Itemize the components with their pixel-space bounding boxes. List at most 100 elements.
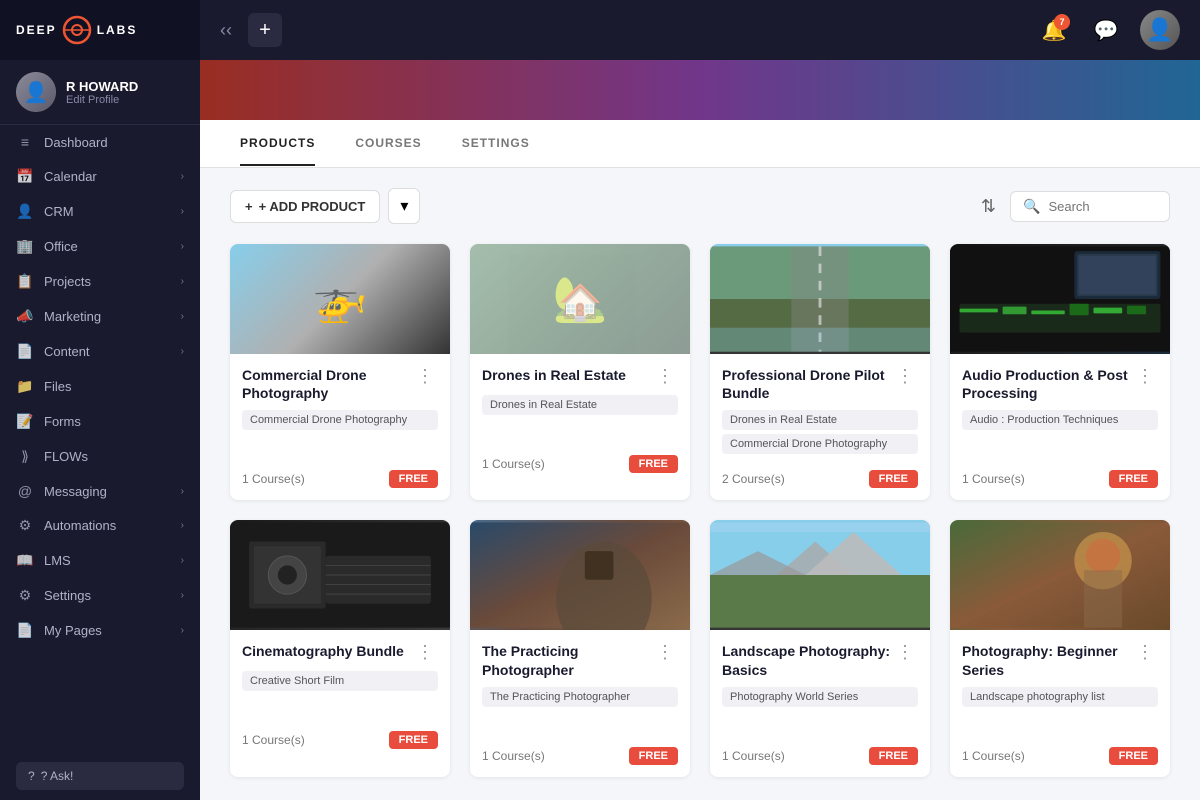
add-icon: +	[245, 199, 253, 214]
product-body: Drones in Real Estate ⋮ Drones in Real E…	[470, 354, 690, 485]
tabs-bar: PRODUCTS COURSES SETTINGS	[200, 120, 1200, 168]
dashboard-icon: ≡	[16, 134, 34, 150]
content-icon: 📄	[16, 343, 34, 360]
avatar-icon: 👤	[1146, 17, 1173, 43]
product-title-row: Landscape Photography: Basics ⋮	[722, 642, 918, 678]
product-body: Photography: Beginner Series ⋮ Landscape…	[950, 630, 1170, 776]
product-title-row: Photography: Beginner Series ⋮	[962, 642, 1158, 678]
chat-icon: 💬	[1094, 18, 1119, 43]
free-badge: FREE	[869, 747, 918, 765]
product-body: Commercial Drone Photography ⋮ Commercia…	[230, 354, 450, 500]
course-count: 1 Course(s)	[242, 733, 305, 747]
sidebar-item-lms[interactable]: 📖 LMS ›	[0, 543, 200, 578]
user-avatar-topbar[interactable]: 👤	[1140, 10, 1180, 50]
messages-button[interactable]: 💬	[1088, 12, 1124, 48]
sidebar-item-projects[interactable]: 📋 Projects ›	[0, 264, 200, 299]
product-card-cinematography: Cinematography Bundle ⋮ Creative Short F…	[230, 520, 450, 776]
sort-button[interactable]: ⇅	[977, 192, 1000, 221]
free-badge: FREE	[1109, 470, 1158, 488]
hero-overlay	[200, 60, 1200, 120]
sidebar-item-automations[interactable]: ⚙ Automations ›	[0, 508, 200, 543]
user-profile[interactable]: 👤 R HOWARD Edit Profile	[0, 60, 200, 125]
logo-focus: LABS	[97, 23, 138, 37]
product-image-drone: 🚁	[230, 244, 450, 354]
settings-icon: ⚙	[16, 587, 34, 604]
product-menu-button[interactable]: ⋮	[412, 642, 438, 663]
product-title: Audio Production & Post Processing	[962, 366, 1132, 402]
sidebar-item-calendar[interactable]: 📅 Calendar ›	[0, 159, 200, 194]
product-body: Cinematography Bundle ⋮ Creative Short F…	[230, 630, 450, 761]
my-pages-icon: 📄	[16, 622, 34, 639]
product-footer: 2 Course(s) FREE	[722, 470, 918, 488]
ask-button[interactable]: ? ? Ask!	[16, 762, 184, 790]
sidebar-item-forms[interactable]: 📝 Forms	[0, 404, 200, 439]
product-menu-button[interactable]: ⋮	[1132, 642, 1158, 663]
product-tag: Photography World Series	[722, 687, 918, 707]
sidebar-item-flows[interactable]: ⟫ FLOWs	[0, 439, 200, 474]
sidebar-item-settings[interactable]: ⚙ Settings ›	[0, 578, 200, 613]
product-tags: Photography World Series	[722, 687, 918, 737]
logo: DEEP LABS	[16, 14, 137, 46]
topbar: ‹‹ + 🔔 7 💬 👤	[200, 0, 1200, 60]
course-count: 1 Course(s)	[242, 472, 305, 486]
photographer-svg	[470, 520, 690, 630]
sidebar-label-content: Content	[44, 344, 171, 359]
notifications-button[interactable]: 🔔 7	[1036, 12, 1072, 48]
sidebar-label-automations: Automations	[44, 518, 171, 533]
product-title: Cinematography Bundle	[242, 642, 412, 660]
product-menu-button[interactable]: ⋮	[652, 366, 678, 387]
product-menu-button[interactable]: ⋮	[892, 366, 918, 387]
product-menu-button[interactable]: ⋮	[1132, 366, 1158, 387]
sidebar-label-crm: CRM	[44, 204, 171, 219]
product-tags: Drones in Real Estate Commercial Drone P…	[722, 410, 918, 460]
product-footer: 1 Course(s) FREE	[962, 470, 1158, 488]
beginner-svg	[950, 520, 1170, 630]
collapse-sidebar-button[interactable]: ‹‹	[220, 20, 232, 41]
product-title: Drones in Real Estate	[482, 366, 652, 384]
sidebar-label-office: Office	[44, 239, 171, 254]
product-menu-button[interactable]: ⋮	[412, 366, 438, 387]
product-title-row: The Practicing Photographer ⋮	[482, 642, 678, 678]
edit-profile-link[interactable]: Edit Profile	[66, 94, 138, 106]
content-toolbar: + + ADD PRODUCT ▾ ⇅ 🔍	[230, 188, 1170, 224]
product-title-row: Audio Production & Post Processing ⋮	[962, 366, 1158, 402]
product-title: Landscape Photography: Basics	[722, 642, 892, 678]
tab-products[interactable]: PRODUCTS	[240, 122, 315, 166]
product-tag: The Practicing Photographer	[482, 687, 678, 707]
product-image-realestate: 🏡	[470, 244, 690, 354]
new-item-button[interactable]: +	[248, 13, 282, 47]
product-image-roadway	[710, 244, 930, 354]
add-product-dropdown-button[interactable]: ▾	[388, 188, 420, 224]
tab-courses[interactable]: COURSES	[355, 122, 421, 166]
add-product-button[interactable]: + + ADD PRODUCT	[230, 190, 380, 223]
sidebar-item-messaging[interactable]: @ Messaging ›	[0, 474, 200, 508]
course-count: 1 Course(s)	[962, 749, 1025, 763]
product-menu-button[interactable]: ⋮	[892, 642, 918, 663]
product-tags: Commercial Drone Photography	[242, 410, 438, 460]
sidebar-item-content[interactable]: 📄 Content ›	[0, 334, 200, 369]
tab-settings[interactable]: SETTINGS	[462, 122, 530, 166]
product-image-cinema	[230, 520, 450, 630]
product-menu-button[interactable]: ⋮	[652, 642, 678, 663]
search-input[interactable]	[1048, 199, 1157, 214]
sidebar-item-crm[interactable]: 👤 CRM ›	[0, 194, 200, 229]
product-title-row: Cinematography Bundle ⋮	[242, 642, 438, 663]
product-image-beginner	[950, 520, 1170, 630]
chevron-right-icon: ›	[181, 590, 184, 601]
sidebar-item-marketing[interactable]: 📣 Marketing ›	[0, 299, 200, 334]
product-image-photographer	[470, 520, 690, 630]
roadway-svg	[710, 244, 930, 354]
product-card-audio-production: Audio Production & Post Processing ⋮ Aud…	[950, 244, 1170, 500]
free-badge: FREE	[389, 470, 438, 488]
sidebar-item-office[interactable]: 🏢 Office ›	[0, 229, 200, 264]
chevron-down-icon: ▾	[400, 196, 408, 216]
sidebar-item-dashboard[interactable]: ≡ Dashboard	[0, 125, 200, 159]
product-tags: Creative Short Film	[242, 671, 438, 721]
sidebar-item-files[interactable]: 📁 Files	[0, 369, 200, 404]
landscape-svg	[710, 520, 930, 630]
sidebar-item-my-pages[interactable]: 📄 My Pages ›	[0, 613, 200, 648]
user-avatar: 👤	[16, 72, 56, 112]
toolbar-right: ⇅ 🔍	[977, 191, 1170, 222]
course-count: 1 Course(s)	[722, 749, 785, 763]
product-card-professional-drone: Professional Drone Pilot Bundle ⋮ Drones…	[710, 244, 930, 500]
